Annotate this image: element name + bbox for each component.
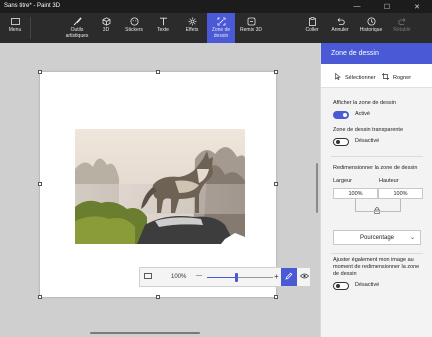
resize-canvas-label: Redimensionner la zone de dessin (333, 165, 418, 171)
tool-label: Remix 3D (240, 27, 262, 33)
history-icon (366, 17, 376, 26)
tool-3d[interactable]: 3D (96, 13, 116, 43)
width-label: Largeur (333, 178, 352, 184)
crop-label: Rogner (393, 74, 412, 81)
width-field[interactable]: 100% (333, 188, 378, 199)
resize-handle-top-left[interactable] (38, 70, 42, 74)
wolf-image[interactable] (75, 129, 245, 244)
resize-handle-top[interactable] (156, 70, 160, 74)
ribbon-toolbar: Menu Outils artistiques 3D Stickers Text… (0, 13, 432, 43)
undo-label: Annuler (331, 27, 349, 33)
sticker-icon (129, 17, 139, 26)
resize-handle-right[interactable] (274, 182, 278, 186)
remix-icon (246, 17, 256, 26)
transparent-canvas-toggle[interactable] (333, 138, 349, 146)
height-connector (400, 199, 401, 211)
zoom-slider-fill (207, 277, 236, 278)
resize-handle-bottom-right[interactable] (274, 295, 278, 299)
window-title: Sans titre* - Paint 3D (4, 3, 61, 9)
canvas-side-panel: Zone de dessin Sélectionner Rogner Affic… (320, 43, 432, 337)
tool-canvas[interactable]: Zone de dessin (207, 13, 235, 43)
zoom-bar: 100% — + (139, 267, 311, 287)
view-icon (144, 273, 152, 281)
adjust-image-toggle[interactable] (333, 282, 349, 290)
horizontal-scrollbar[interactable] (90, 332, 200, 334)
close-button[interactable]: ✕ (402, 0, 432, 13)
show-canvas-state: Activé (355, 111, 370, 117)
tool-label: Effets (185, 27, 199, 33)
brush-icon (72, 17, 82, 26)
resize-handle-bottom-left[interactable] (38, 295, 42, 299)
tool-effects[interactable]: Effets (179, 13, 205, 43)
panel-actions: Sélectionner Rogner (321, 64, 432, 88)
adjust-image-label: Ajuster également mon image au moment de… (333, 257, 420, 277)
workspace[interactable] (0, 43, 320, 337)
pencil-icon (285, 272, 293, 282)
tool-art-tools[interactable]: Outils artistiques (62, 13, 92, 43)
width-connector (355, 199, 356, 211)
chevron-down-icon: ⌄ (409, 235, 415, 241)
height-field[interactable]: 100% (378, 188, 423, 199)
canvas-icon (216, 17, 226, 26)
lock-connector (355, 211, 401, 212)
crop-button[interactable]: Rogner (382, 73, 411, 82)
transparent-canvas-label: Zone de dessin transparente (333, 127, 404, 133)
height-label: Hauteur (379, 178, 399, 184)
redo-label: Rétablir (393, 27, 411, 33)
tool-remix-3d[interactable]: Remix 3D (237, 13, 265, 43)
text-icon (158, 17, 168, 26)
crop-icon (382, 73, 389, 82)
show-canvas-toggle[interactable] (333, 111, 349, 119)
title-bar: Sans titre* - Paint 3D — ☐ ✕ (0, 0, 432, 13)
menu-button[interactable]: Menu (2, 13, 28, 43)
panel-divider (331, 156, 423, 157)
undo-icon (335, 17, 345, 26)
zoom-value: 100% (171, 274, 187, 280)
ribbon-divider (30, 17, 31, 39)
draw-mode-button[interactable] (281, 268, 297, 286)
history-label: Historique (359, 27, 383, 33)
menu-label: Menu (8, 27, 22, 33)
history-button[interactable]: Historique (356, 13, 386, 43)
undo-button[interactable]: Annuler (328, 13, 352, 43)
vertical-scrollbar[interactable] (316, 163, 318, 213)
select-label: Sélectionner (345, 74, 376, 81)
resize-handle-top-right[interactable] (274, 70, 278, 74)
menu-icon (10, 17, 20, 26)
redo-icon (397, 17, 407, 26)
zoom-slider-thumb[interactable] (235, 273, 238, 282)
resize-handle-bottom[interactable] (156, 295, 160, 299)
tool-label: 3D (102, 27, 110, 33)
select-button[interactable]: Sélectionner (335, 72, 376, 82)
show-canvas-label: Afficher la zone de dessin (333, 100, 396, 106)
resize-handle-left[interactable] (38, 182, 42, 186)
tool-stickers[interactable]: Stickers (119, 13, 149, 43)
paste-label: Coller (305, 27, 319, 33)
tool-label: Texte (157, 27, 169, 33)
adjust-image-state: Désactivé (355, 282, 380, 288)
redo-button[interactable]: Rétablir (389, 13, 415, 43)
cursor-icon (335, 72, 341, 82)
drawing-canvas[interactable] (40, 72, 276, 297)
cube-icon (101, 17, 111, 26)
zoom-out-button[interactable]: — (196, 273, 202, 279)
view-toggle-button[interactable] (140, 268, 156, 286)
tool-label: Zone de dessin (211, 27, 231, 39)
maximize-button[interactable]: ☐ (372, 0, 402, 13)
tool-text[interactable]: Texte (152, 13, 174, 43)
panel-title: Zone de dessin (321, 43, 432, 64)
transparent-canvas-state: Désactivé (355, 138, 380, 144)
unit-select[interactable]: Pourcentage ⌄ (333, 230, 421, 245)
tool-label: Stickers (125, 27, 143, 33)
panel-divider (331, 253, 423, 254)
minimize-button[interactable]: — (342, 0, 372, 13)
tool-label: Outils artistiques (65, 27, 89, 39)
unit-select-value: Pourcentage (359, 234, 395, 241)
view-3d-button[interactable] (296, 268, 312, 286)
eye-icon (299, 273, 309, 281)
paste-button[interactable]: Coller (301, 13, 323, 43)
zoom-in-button[interactable]: + (274, 272, 279, 281)
effects-icon (187, 17, 197, 26)
paste-icon (307, 17, 317, 26)
